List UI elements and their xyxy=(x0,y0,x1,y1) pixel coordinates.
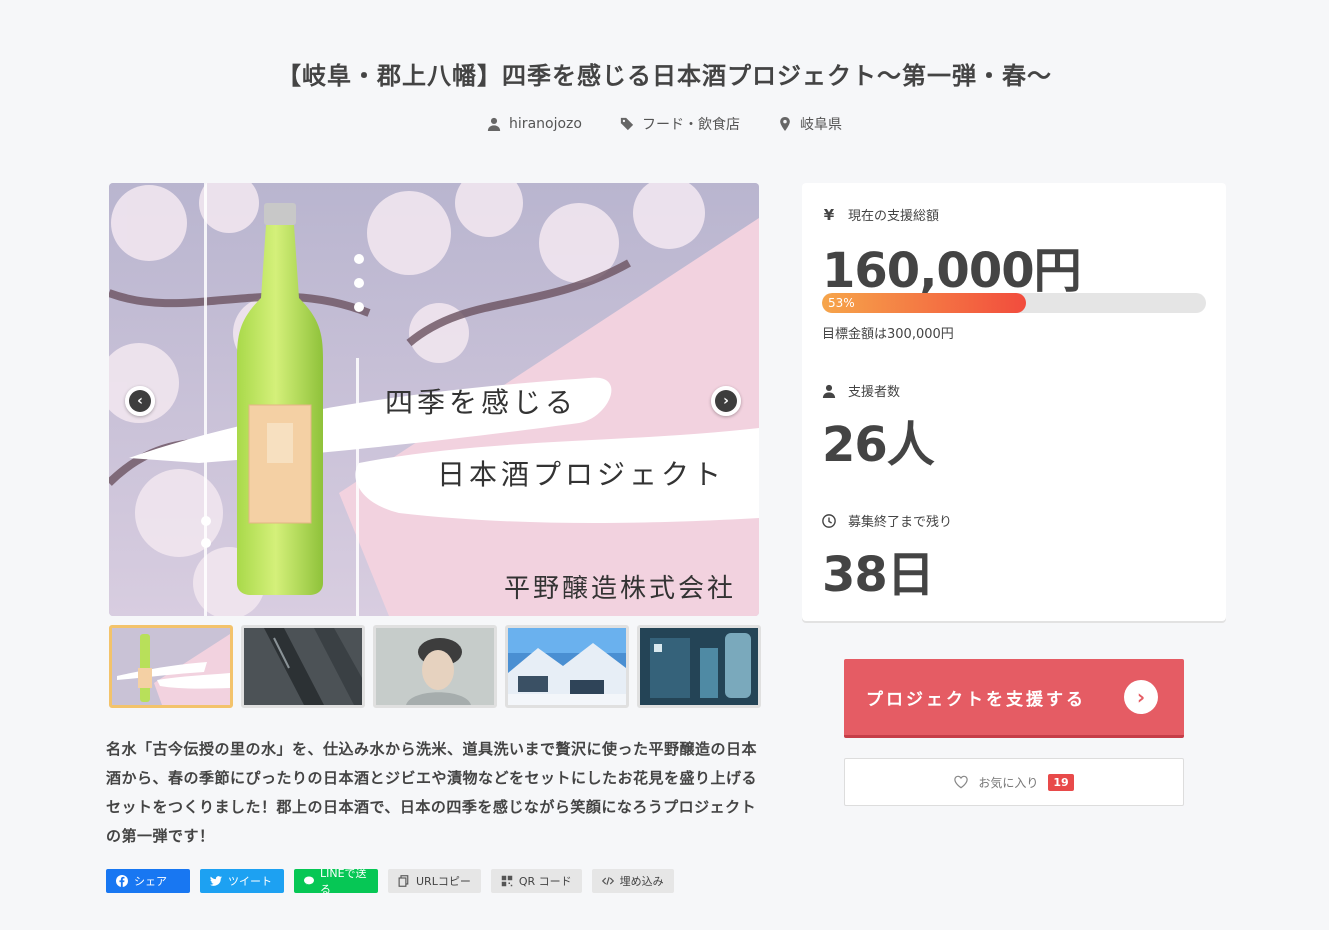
chevron-left-icon: ‹ xyxy=(129,390,151,412)
twitter-icon xyxy=(210,876,222,886)
favorite-button[interactable]: お気に入り 19 xyxy=(844,758,1184,806)
support-button-label: プロジェクトを支援する xyxy=(866,689,1086,710)
amount-label: 現在の支援総額 xyxy=(848,209,940,224)
user-icon xyxy=(822,384,836,398)
location-name: 岐阜県 xyxy=(799,117,842,133)
facebook-share-button[interactable]: シェア xyxy=(106,869,190,893)
amount-label-row: ¥ 現在の支援総額 xyxy=(822,205,940,225)
carousel-next-button[interactable]: › xyxy=(711,386,741,416)
thumb-image-brewery xyxy=(640,628,758,705)
owner-link[interactable]: hiranojozo xyxy=(487,114,582,134)
facebook-icon xyxy=(116,875,128,887)
copy-icon xyxy=(398,875,409,887)
clock-icon xyxy=(822,513,836,528)
support-project-button[interactable]: プロジェクトを支援する › xyxy=(844,659,1184,738)
hero-company: 平野醸造株式会社 xyxy=(504,574,737,604)
backers-value: 26人 xyxy=(822,417,935,473)
backers-label: 支援者数 xyxy=(848,385,901,400)
url-copy-button[interactable]: URLコピー xyxy=(388,869,481,893)
heart-icon xyxy=(954,775,969,789)
category-name: フード・飲食店 xyxy=(641,117,740,133)
facebook-share-label: シェア xyxy=(134,875,167,888)
category-link[interactable]: フード・飲食店 xyxy=(620,114,740,134)
funding-progress-bar: 53% xyxy=(822,293,1206,313)
map-pin-icon xyxy=(780,117,790,131)
thumbnail-strip xyxy=(109,625,761,708)
chevron-right-circle-icon: › xyxy=(1124,680,1158,714)
favorite-label: お気に入り xyxy=(978,775,1039,790)
url-copy-label: URLコピー xyxy=(416,875,471,888)
amount-value: 160,000円 xyxy=(822,243,1082,299)
thumb-image-portrait xyxy=(376,628,494,705)
share-bar: シェア ツイート LINEで送る URLコピー QR コード 埋め込み xyxy=(106,867,674,896)
embed-button[interactable]: 埋め込み xyxy=(591,869,674,893)
thumbnail-3[interactable] xyxy=(373,625,497,708)
backers-label-row: 支援者数 xyxy=(822,381,900,400)
carousel-prev-button[interactable]: ‹ xyxy=(125,386,155,416)
owner-name: hiranojozo xyxy=(509,116,582,132)
thumb-image-sake xyxy=(112,628,230,705)
qr-code-icon xyxy=(501,875,513,887)
chevron-right-icon: › xyxy=(715,390,737,412)
funding-stats-card: ¥ 現在の支援総額 160,000円 53% 目標金額は300,000円 支援者… xyxy=(802,183,1226,621)
hero-headline-2: 日本酒プロジェクト xyxy=(437,458,726,491)
yen-icon: ¥ xyxy=(823,205,835,224)
qr-code-label: QR コード xyxy=(518,875,572,888)
code-icon xyxy=(601,877,614,885)
thumb-image-snow-village xyxy=(508,628,626,705)
remaining-label: 募集終了まで残り xyxy=(848,515,953,530)
user-icon xyxy=(487,117,501,131)
thumbnail-2[interactable] xyxy=(241,625,365,708)
location-link[interactable]: 岐阜県 xyxy=(778,114,842,134)
line-share-button[interactable]: LINEで送る xyxy=(294,867,378,896)
twitter-share-label: ツイート xyxy=(228,875,272,888)
project-description: 名水「古今伝授の里の水」を、仕込み水から洗米、道具洗いまで贅沢に使った平野醸造の… xyxy=(106,740,758,845)
qr-code-button[interactable]: QR コード xyxy=(490,869,582,893)
thumbnail-4[interactable] xyxy=(505,625,629,708)
line-icon xyxy=(304,876,314,885)
tag-icon xyxy=(620,117,634,131)
favorite-count-badge: 19 xyxy=(1048,773,1074,791)
thumbnail-5[interactable] xyxy=(637,625,761,708)
progress-fill: 53% xyxy=(822,293,1026,313)
page-title: 【岐阜・郡上八幡】四季を感じる日本酒プロジェクト〜第一弾・春〜 xyxy=(277,62,1052,90)
hero-headline-1: 四季を感じる xyxy=(385,386,578,419)
hero-carousel: 四季を感じる 日本酒プロジェクト 平野醸造株式会社 ‹ › xyxy=(109,183,759,616)
thumb-image-fabric xyxy=(244,628,362,705)
remaining-label-row: 募集終了まで残り xyxy=(822,511,952,530)
thumbnail-1[interactable] xyxy=(109,625,233,708)
goal-amount: 目標金額は300,000円 xyxy=(822,327,954,342)
line-share-label: LINEで送る xyxy=(320,867,367,896)
remaining-value: 38日 xyxy=(822,547,935,603)
embed-label: 埋め込み xyxy=(619,875,664,888)
project-meta: hiranojozo フード・飲食店 岐阜県 xyxy=(0,114,1329,134)
twitter-share-button[interactable]: ツイート xyxy=(200,869,284,893)
